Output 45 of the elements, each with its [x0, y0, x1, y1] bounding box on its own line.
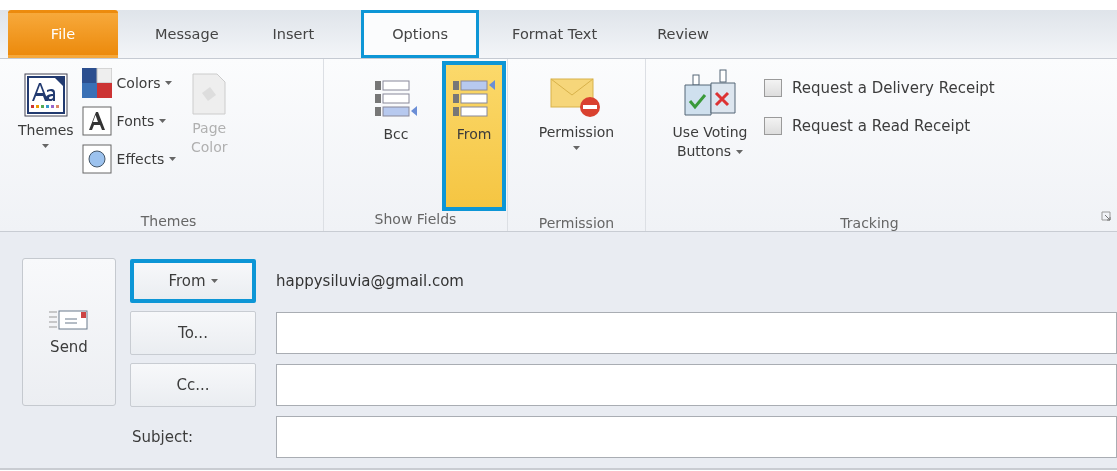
to-field[interactable]	[276, 311, 1117, 354]
bcc-field-button[interactable]: Bcc	[364, 61, 428, 211]
page-icon	[192, 73, 227, 115]
permission-button[interactable]: Permission	[534, 69, 619, 209]
group-label: Themes	[139, 212, 198, 231]
caret-icon	[169, 157, 177, 161]
to-button[interactable]: To...	[130, 310, 256, 355]
caret-icon	[210, 279, 218, 283]
font-icon	[81, 106, 112, 136]
caret-icon	[573, 145, 580, 150]
group-label: Permission	[537, 214, 616, 233]
effects-icon	[81, 144, 112, 174]
themes-icon	[23, 73, 68, 117]
checkbox[interactable]	[764, 117, 782, 135]
fonts-button[interactable]: Fonts	[81, 105, 177, 137]
subject-field[interactable]	[276, 415, 1117, 458]
caret-icon	[42, 143, 50, 148]
ribbon-tab[interactable]: Insert	[245, 10, 342, 58]
caret-icon	[159, 119, 167, 123]
caret-icon	[736, 149, 744, 154]
from-field-button[interactable]: From	[442, 61, 506, 211]
subject-label: Subject:	[131, 427, 195, 446]
from-button[interactable]: From	[130, 258, 256, 303]
group-label: Show Fields	[373, 210, 458, 229]
color-swatch-icon	[81, 68, 112, 98]
ribbon-tab[interactable]: Format Text	[485, 10, 625, 58]
ribbon-tab[interactable]: Review	[630, 10, 736, 58]
send-mail-icon	[49, 308, 89, 332]
themes-button[interactable]: Themes	[14, 67, 78, 207]
checkbox-option[interactable]: Request a Read Receipt	[764, 117, 995, 135]
checkbox-option[interactable]: Request a Delivery Receipt	[764, 79, 995, 97]
from-address: happysiluvia@gmail.com	[276, 271, 464, 290]
cc-field[interactable]	[276, 363, 1117, 406]
ribbon-tab[interactable]: Options	[361, 10, 480, 58]
caret-icon	[165, 81, 173, 85]
voting-buttons-button[interactable]: Use Voting Buttons	[660, 69, 760, 209]
group-label: Tracking	[839, 214, 900, 233]
checkbox[interactable]	[764, 79, 782, 97]
envelope-icon	[550, 75, 603, 119]
colors-button[interactable]: Colors	[81, 67, 177, 99]
ribbon-tab[interactable]: Message	[128, 10, 246, 58]
dialog-launcher-icon[interactable]	[1101, 211, 1111, 221]
effects-button[interactable]: Effects	[81, 143, 177, 175]
cc-button[interactable]: Cc...	[130, 362, 256, 407]
send-button[interactable]: Send	[22, 258, 116, 406]
